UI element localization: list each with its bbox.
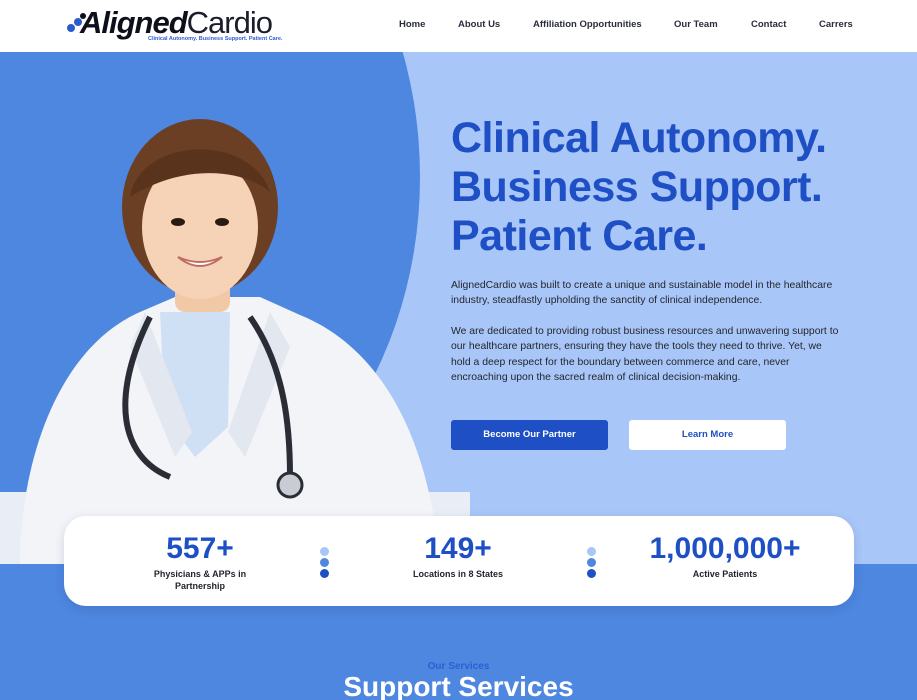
stat-label: Locations in 8 States — [412, 569, 504, 579]
become-partner-button[interactable]: Become Our Partner — [451, 420, 608, 450]
stat-locations: 149+ Locations in 8 States — [388, 516, 528, 606]
nav-home[interactable]: Home — [399, 19, 425, 30]
services-title: Support Services — [343, 671, 574, 700]
learn-more-button[interactable]: Learn More — [629, 420, 786, 450]
nav-affiliation-opportunities[interactable]: Affiliation Opportunities — [533, 19, 642, 30]
stat-label: Active Patients — [692, 569, 758, 579]
stat-separator-dots-icon — [320, 547, 330, 579]
hero-paragraph: We are dedicated to providing robust bus… — [451, 325, 839, 384]
headline-line: Business Support. — [451, 163, 823, 211]
stat-physicians: 557+ Physicians & APPs in Partnership — [130, 516, 270, 606]
nav-careers[interactable]: Carrers — [819, 19, 853, 30]
brand-tagline: Clinical Autonomy. Business Support. Pat… — [148, 36, 283, 42]
hero-description: AlignedCardio was built to create a uniq… — [451, 278, 843, 400]
headline-line: Clinical Autonomy. — [451, 114, 827, 162]
hero-section: Clinical Autonomy. Business Support. Pat… — [0, 52, 917, 564]
stat-label: Physicians & APPs in Partnership — [153, 569, 247, 591]
stat-value: 557+ — [166, 532, 234, 565]
stat-value: 149+ — [424, 532, 492, 565]
stat-patients: 1,000,000+ Active Patients — [630, 516, 820, 606]
stats-card: 557+ Physicians & APPs in Partnership 14… — [64, 516, 854, 606]
headline-line: Patient Care. — [451, 212, 708, 260]
stat-value: 1,000,000+ — [649, 532, 801, 565]
hero-paragraph: AlignedCardio was built to create a uniq… — [451, 280, 833, 307]
hero-headline: Clinical Autonomy. Business Support. Pat… — [451, 114, 891, 261]
doctor-illustration — [0, 119, 470, 564]
main-nav: Home About Us Affiliation Opportunities … — [0, 19, 917, 33]
stat-separator-dots-icon — [587, 547, 597, 579]
nav-about-us[interactable]: About Us — [458, 19, 500, 30]
nav-our-team[interactable]: Our Team — [674, 19, 718, 30]
nav-contact[interactable]: Contact — [751, 19, 786, 30]
site-header: AlignedCardio Clinical Autonomy. Busines… — [0, 0, 917, 52]
